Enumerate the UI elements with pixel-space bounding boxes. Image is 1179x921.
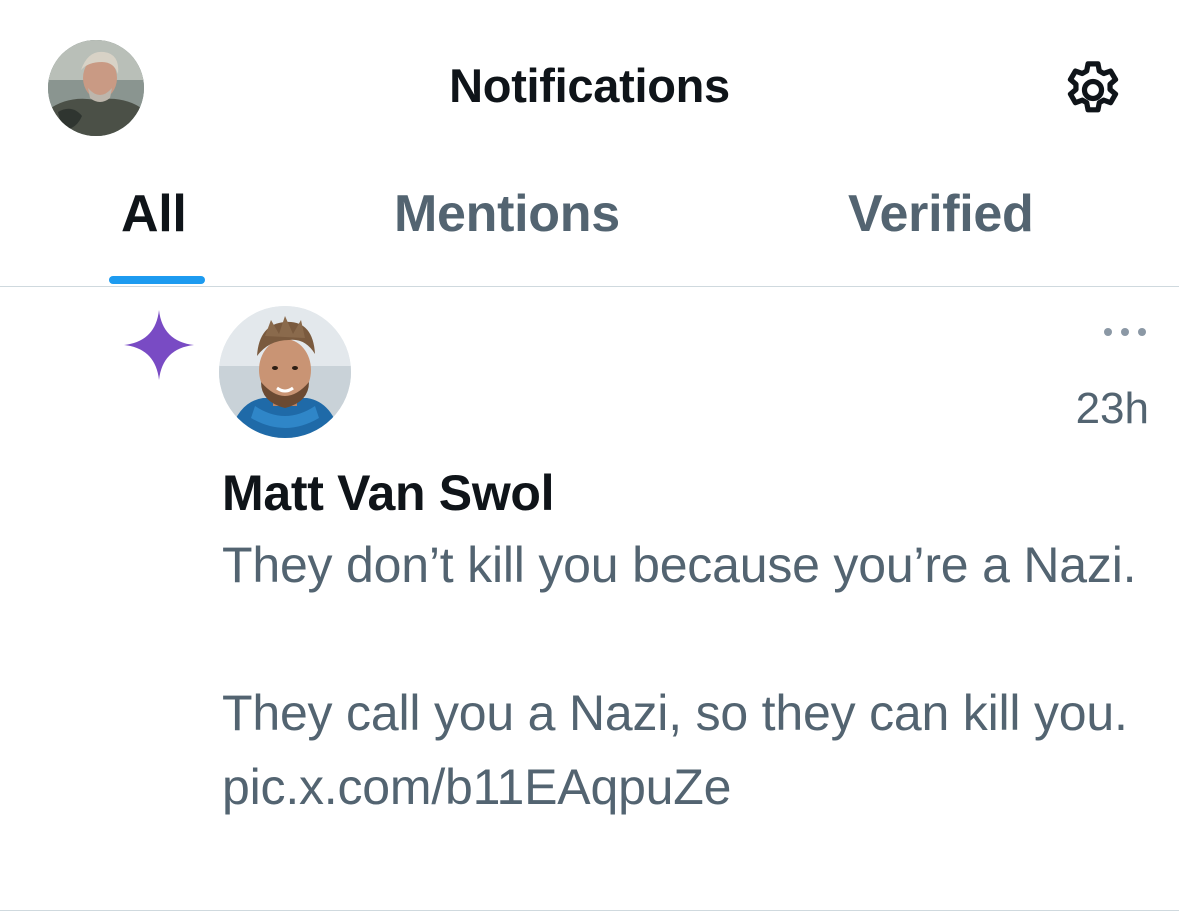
timestamp: 23h [1075,384,1149,433]
active-tab-indicator [109,276,205,284]
tab-verified[interactable]: Verified [848,184,1034,244]
tab-mentions[interactable]: Mentions [394,184,620,244]
gear-icon [1067,61,1119,113]
more-dots-icon [1104,328,1146,336]
post-text: They don’t kill you because you’re a Naz… [222,528,1152,824]
author-avatar-image [219,306,351,438]
tab-bar: All Mentions Verified [0,170,1179,287]
more-options-button[interactable] [1099,320,1151,344]
settings-button[interactable] [1060,57,1126,123]
author-name[interactable]: Matt Van Swol [222,464,555,522]
top-bar: Notifications [0,0,1179,170]
page-title: Notifications [449,59,730,112]
media-link[interactable]: pic.x.com/b11EAqpuZe [222,759,731,815]
post-body: They don’t kill you because you’re a Naz… [222,537,1137,741]
author-avatar[interactable] [219,306,351,438]
tab-all[interactable]: All [121,184,187,244]
notification-item[interactable]: 23h Matt Van Swol They don’t kill you be… [0,288,1179,911]
sparkle-icon [122,308,196,382]
